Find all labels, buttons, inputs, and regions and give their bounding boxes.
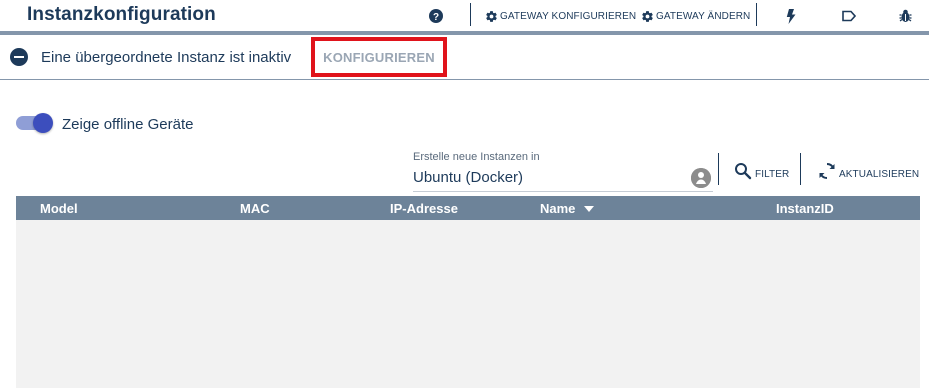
svg-text:?: ? — [433, 12, 439, 23]
action-separator — [800, 153, 801, 185]
help-button[interactable]: ? — [429, 6, 443, 26]
filter-button[interactable]: FILTER — [734, 158, 789, 184]
banner-message: Eine übergeordnete Instanz ist inaktiv — [41, 49, 292, 66]
column-header-model[interactable]: Model — [40, 201, 78, 216]
column-header-mac[interactable]: MAC — [240, 201, 270, 216]
column-header-name-label: Name — [540, 201, 576, 216]
server-status-icon — [691, 168, 711, 188]
instance-host-select-underline — [413, 191, 713, 192]
configure-gateway-button[interactable]: GATEWAY KONFIGURIEREN — [485, 6, 636, 26]
instance-host-select-value: Ubuntu (Docker) — [413, 169, 524, 186]
toolbar-separator — [756, 3, 757, 26]
column-header-instance-id[interactable]: InstanzID — [776, 201, 834, 216]
gear-icon — [642, 10, 653, 22]
instance-configuration-page: Instanzkonfiguration ? GATEWAY KONFIGURI… — [0, 0, 929, 388]
page-title: Instanzkonfiguration — [27, 4, 216, 25]
toggle-knob — [33, 113, 53, 133]
inactive-parent-banner: Eine übergeordnete Instanz ist inaktiv K… — [0, 35, 929, 79]
flash-button[interactable] — [786, 6, 796, 26]
label-button[interactable] — [842, 6, 856, 26]
refresh-button[interactable]: AKTUALISIEREN — [818, 158, 919, 184]
lightning-icon — [786, 8, 796, 24]
show-offline-devices-label: Zeige offline Geräte — [62, 116, 194, 133]
refresh-label: AKTUALISIEREN — [839, 168, 920, 180]
caret-down-icon — [584, 205, 595, 212]
change-gateway-label: GATEWAY ÄNDERN — [656, 10, 751, 22]
minus-circle-icon — [10, 48, 28, 66]
filter-label: FILTER — [755, 168, 790, 180]
configure-gateway-label: GATEWAY KONFIGURIEREN — [500, 10, 637, 22]
banner-divider — [0, 79, 929, 80]
question-circle-icon: ? — [429, 9, 443, 23]
tag-outline-icon — [842, 10, 856, 22]
top-bar: Instanzkonfiguration ? GATEWAY KONFIGURI… — [0, 0, 929, 31]
search-icon — [735, 163, 752, 180]
refresh-icon — [819, 163, 835, 179]
change-gateway-button[interactable]: GATEWAY ÄNDERN — [641, 6, 750, 26]
instance-host-select-label: Erstelle neue Instanzen in — [413, 151, 540, 163]
configure-button[interactable]: KONFIGURIEREN — [311, 37, 447, 77]
instance-host-select[interactable]: Erstelle neue Instanzen in Ubuntu (Docke… — [413, 148, 713, 192]
toolbar-separator — [470, 3, 471, 26]
show-offline-devices-toggle[interactable] — [16, 113, 54, 133]
bug-icon — [899, 9, 912, 22]
debug-button[interactable] — [899, 6, 912, 26]
column-header-ip[interactable]: IP-Adresse — [390, 201, 458, 216]
table-body — [16, 220, 920, 388]
gear-icon — [486, 10, 497, 22]
action-separator — [718, 153, 719, 185]
column-header-name[interactable]: Name — [540, 201, 595, 216]
table-header: Model MAC IP-Adresse Name InstanzID — [16, 196, 920, 220]
